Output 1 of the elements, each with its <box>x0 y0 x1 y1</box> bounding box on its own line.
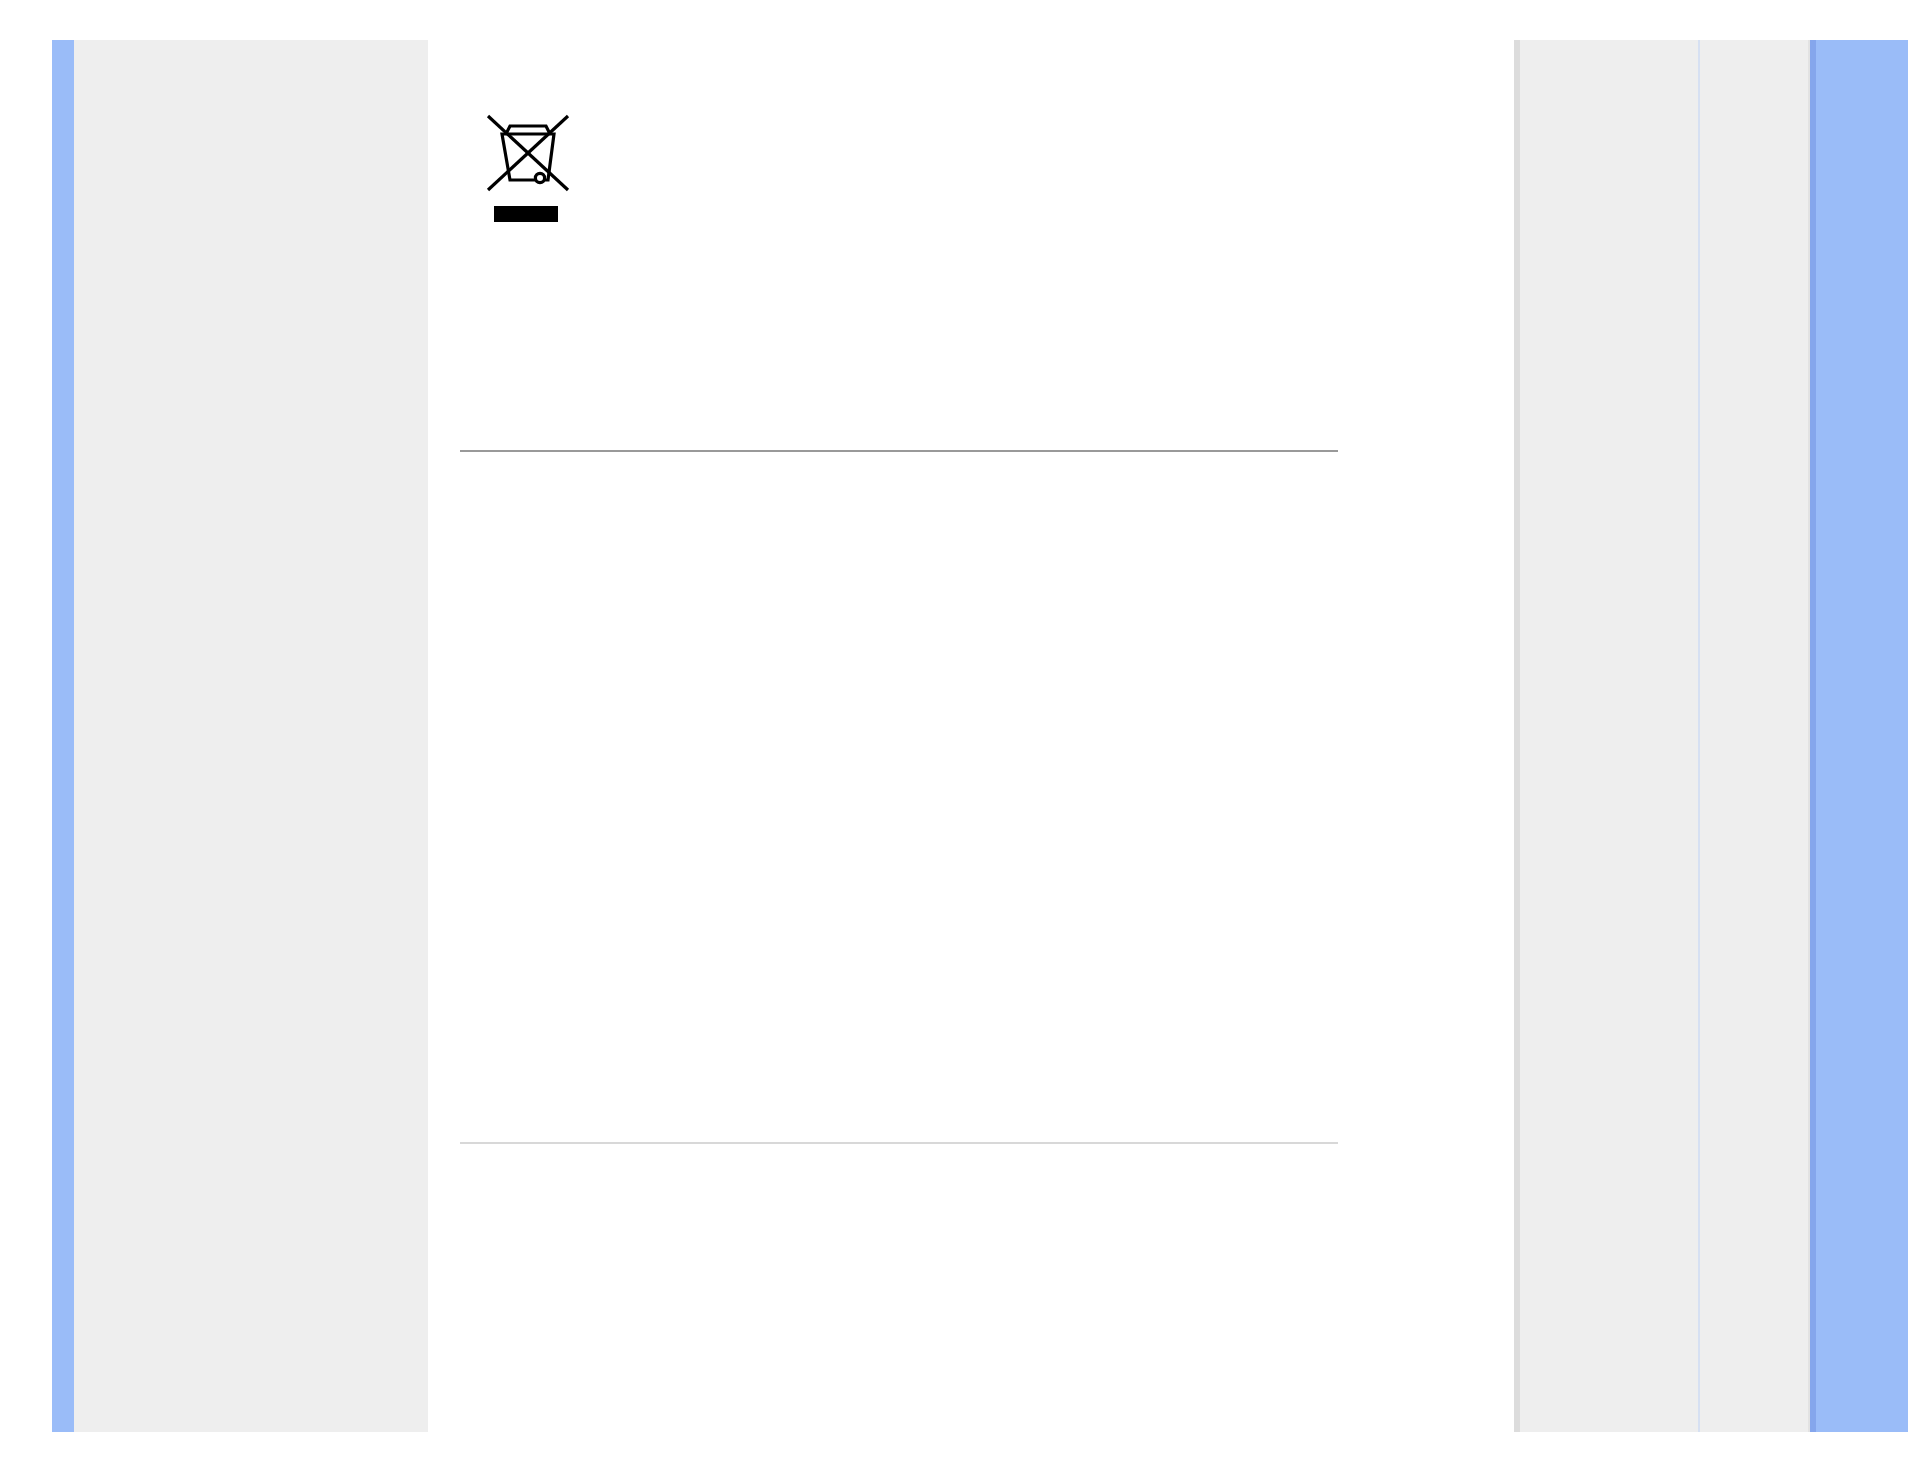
crossed-out-bin-icon <box>486 114 570 226</box>
